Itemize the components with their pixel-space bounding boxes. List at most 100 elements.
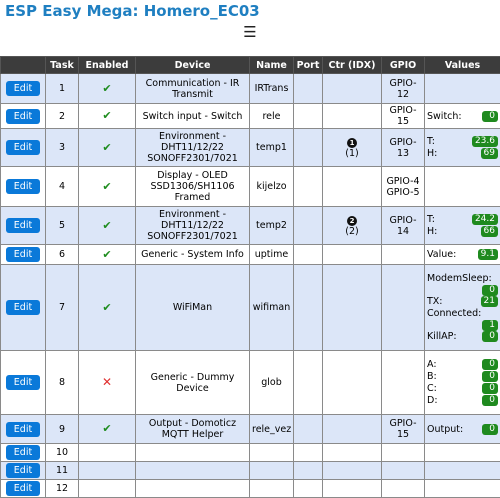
value-badge: 0 (482, 371, 498, 382)
edit-button[interactable]: Edit (6, 81, 40, 96)
values-cell: T:23.6 H:69 (425, 129, 500, 167)
edit-button[interactable]: Edit (6, 463, 40, 478)
gpio-cell: GPIO-14 (382, 207, 425, 245)
value-badge: 0 (482, 395, 498, 406)
value-label: TX: (427, 296, 443, 307)
controller-number-icon: 1 (347, 138, 357, 148)
edit-button[interactable]: Edit (6, 109, 40, 124)
table-header-row: Task Enabled Device Name Port Ctr (IDX) … (1, 57, 500, 74)
value-label: ModemSleep: (427, 273, 498, 284)
port-cell (294, 129, 323, 167)
device-cell: Environment - DHT11/12/22 SONOFF2301/702… (136, 207, 250, 245)
table-row: Edit 12 (1, 480, 500, 498)
ctr-idx-cell (323, 74, 382, 104)
ctr-idx-cell (323, 245, 382, 265)
port-cell (294, 167, 323, 207)
gpio-cell (382, 444, 425, 462)
table-row: Edit 10 (1, 444, 500, 462)
task-number: 11 (46, 462, 79, 480)
ctr-idx-cell (323, 265, 382, 351)
gpio-cell (382, 245, 425, 265)
header-device: Device (136, 57, 250, 74)
enabled-cell (79, 480, 136, 498)
port-cell (294, 74, 323, 104)
port-cell (294, 480, 323, 498)
edit-button[interactable]: Edit (6, 481, 40, 496)
enabled-check-icon: ✔ (102, 180, 111, 193)
page-header: ESP Easy Mega: Homero_EC03 ☰ (0, 0, 500, 56)
task-number: 5 (46, 207, 79, 245)
port-cell (294, 415, 323, 444)
name-cell: temp1 (250, 129, 294, 167)
task-number: 12 (46, 480, 79, 498)
device-cell: Communication - IR Transmit (136, 74, 250, 104)
values-cell: T:24.2 H:66 (425, 207, 500, 245)
value-label: B: (427, 371, 437, 382)
gpio-cell: GPIO-4 GPIO-5 (382, 167, 425, 207)
value-badge: 66 (481, 226, 498, 237)
port-cell (294, 462, 323, 480)
values-cell (425, 462, 500, 480)
task-number: 2 (46, 104, 79, 129)
value-badge: 1 (482, 320, 498, 331)
menu-icon[interactable]: ☰ (0, 24, 500, 40)
enabled-check-icon: ✔ (102, 301, 111, 314)
value-badge: 0 (482, 359, 498, 370)
port-cell (294, 207, 323, 245)
name-cell: wifiman (250, 265, 294, 351)
values-cell: Switch: 0 (425, 104, 500, 129)
value-label: D: (427, 395, 438, 406)
device-cell: Generic - Dummy Device (136, 351, 250, 415)
gpio-cell: GPIO-13 (382, 129, 425, 167)
values-cell (425, 167, 500, 207)
edit-button[interactable]: Edit (6, 218, 40, 233)
value-label: C: (427, 383, 437, 394)
value-badge: 0 (482, 424, 498, 435)
ctr-idx-cell (323, 462, 382, 480)
edit-button[interactable]: Edit (6, 445, 40, 460)
edit-button[interactable]: Edit (6, 300, 40, 315)
value-badge: 9.1 (478, 249, 498, 260)
edit-button[interactable]: Edit (6, 247, 40, 262)
port-cell (294, 245, 323, 265)
ctr-idx-cell (323, 480, 382, 498)
gpio-cell (382, 480, 425, 498)
table-row: Edit 2 ✔ Switch input - Switch rele GPIO… (1, 104, 500, 129)
value-label: Switch: (427, 111, 462, 122)
device-cell: WiFiMan (136, 265, 250, 351)
name-cell: rele (250, 104, 294, 129)
values-cell (425, 74, 500, 104)
controller-number-icon: 2 (347, 216, 357, 226)
header-ctr-idx: Ctr (IDX) (323, 57, 382, 74)
table-row: Edit 5 ✔ Environment - DHT11/12/22 SONOF… (1, 207, 500, 245)
table-row: Edit 4 ✔ Display - OLED SSD1306/SH1106 F… (1, 167, 500, 207)
ctr-idx-cell: 2 (2) (323, 207, 382, 245)
header-values: Values (425, 57, 500, 74)
header-gpio: GPIO (382, 57, 425, 74)
edit-button[interactable]: Edit (6, 422, 40, 437)
task-number: 3 (46, 129, 79, 167)
value-badge: 0 (482, 285, 498, 296)
gpio-label: GPIO-4 (386, 176, 419, 187)
edit-button[interactable]: Edit (6, 375, 40, 390)
edit-button[interactable]: Edit (6, 140, 40, 155)
table-row: Edit 9 ✔ Output - Domoticz MQTT Helper r… (1, 415, 500, 444)
name-cell (250, 480, 294, 498)
name-cell: temp2 (250, 207, 294, 245)
table-row: Edit 6 ✔ Generic - System Info uptime Va… (1, 245, 500, 265)
value-label: T: (427, 136, 435, 147)
gpio-label: GPIO-5 (386, 187, 419, 198)
value-label: Output: (427, 424, 463, 435)
disabled-cross-icon: ✕ (102, 375, 112, 389)
table-row: Edit 1 ✔ Communication - IR Transmit IRT… (1, 74, 500, 104)
ctr-idx-cell (323, 415, 382, 444)
value-badge: 0 (482, 111, 498, 122)
name-cell: rele_vez (250, 415, 294, 444)
ctr-idx-label: (2) (345, 226, 358, 237)
header-edit (1, 57, 46, 74)
gpio-cell (382, 351, 425, 415)
edit-button[interactable]: Edit (6, 179, 40, 194)
values-cell (425, 480, 500, 498)
device-cell: Environment - DHT11/12/22 SONOFF2301/702… (136, 129, 250, 167)
name-cell: glob (250, 351, 294, 415)
